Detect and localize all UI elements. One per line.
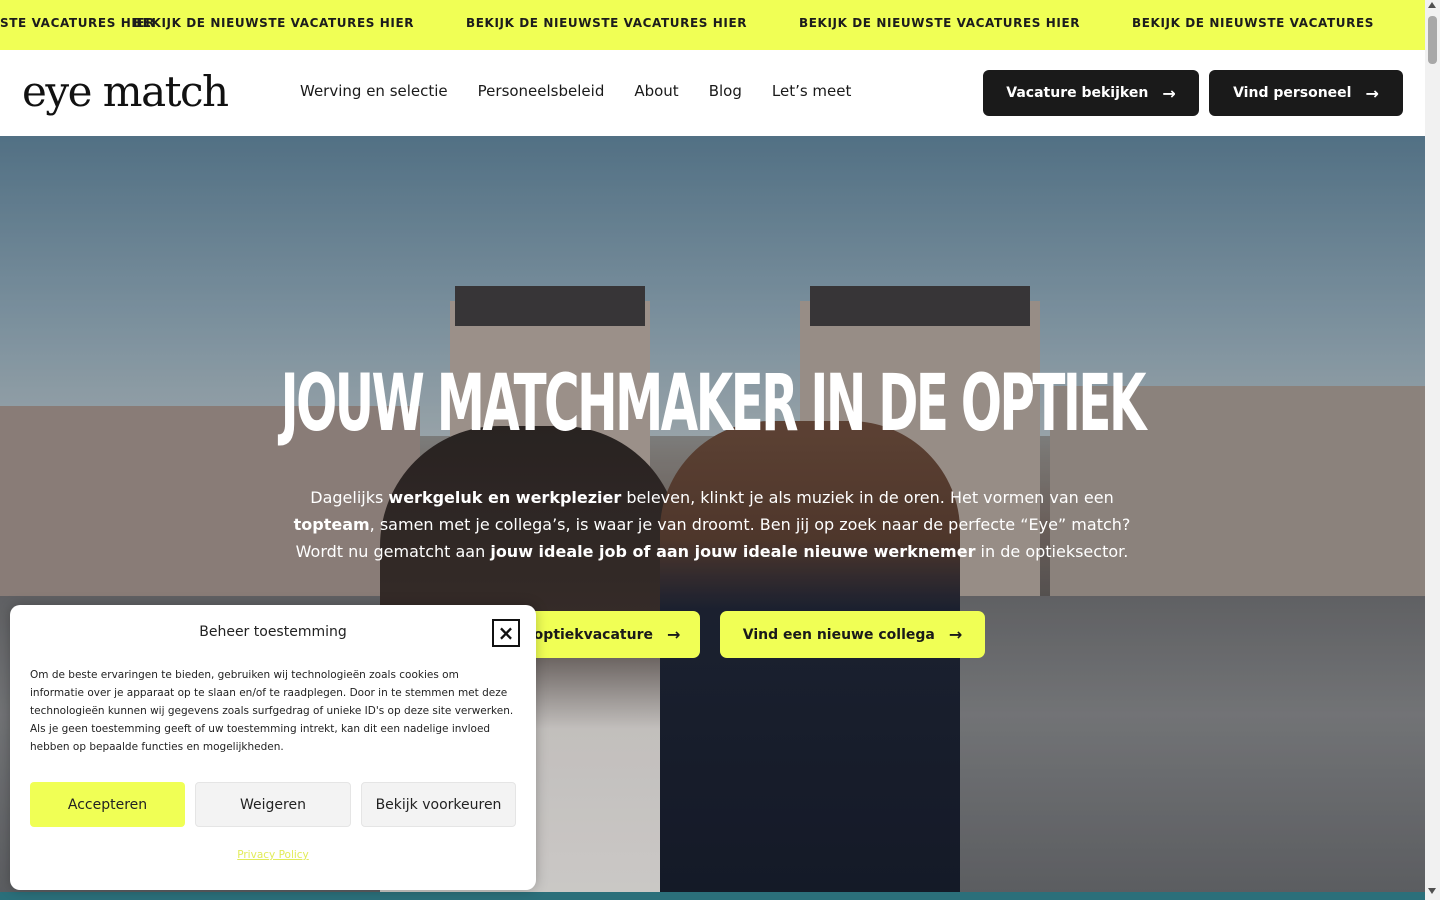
next-section-edge [0, 892, 1425, 900]
hero-text-bold: topteam [293, 515, 370, 534]
nav-item-about[interactable]: About [634, 82, 678, 100]
site-header: eye match Werving en selectie Personeels… [0, 50, 1425, 136]
ticker-item[interactable]: BEKIJK DE NIEUWSTE VACATURES [1132, 16, 1425, 30]
ticker-track: STE VACATURES HIER BEKIJK DE NIEUWSTE VA… [0, 16, 1425, 30]
close-icon[interactable]: × [492, 619, 520, 647]
page-scrollbar[interactable] [1425, 0, 1440, 900]
main-nav: Werving en selectie Personeelsbeleid Abo… [300, 82, 881, 100]
arrow-right-icon: → [667, 625, 681, 644]
nav-item-blog[interactable]: Blog [709, 82, 742, 100]
accept-button[interactable]: Accepteren [30, 782, 185, 827]
scroll-down-icon[interactable] [1428, 888, 1436, 894]
ticker-item[interactable]: BEKIJK DE NIEUWSTE VACATURES HIER [466, 16, 799, 30]
hero-text-bold: werkgeluk en werkplezier [388, 488, 622, 507]
view-preferences-button[interactable]: Bekijk voorkeuren [361, 782, 516, 827]
logo[interactable]: eye match [22, 67, 229, 117]
deny-button[interactable]: Weigeren [195, 782, 351, 827]
button-label: Vind personeel [1233, 85, 1352, 101]
consent-title: Beheer toestemming [199, 624, 347, 640]
ticker-item[interactable]: BEKIJK DE NIEUWSTE VACATURES HIER [133, 16, 466, 30]
consent-body: Om de beste ervaringen te bieden, gebrui… [30, 669, 514, 753]
find-colleague-button[interactable]: Vind een nieuwe collega → [720, 611, 985, 658]
nav-item-personeelsbeleid[interactable]: Personeelsbeleid [478, 82, 605, 100]
nav-item-lets-meet[interactable]: Let’s meet [772, 82, 852, 100]
button-label: Vacature bekijken [1006, 85, 1149, 101]
arrow-right-icon: → [1365, 83, 1379, 103]
cookie-consent-dialog: Beheer toestemming × Om de beste ervarin… [10, 605, 536, 890]
scroll-thumb[interactable] [1428, 16, 1437, 64]
arrow-right-icon: → [948, 625, 963, 644]
hero-text-bold: jouw ideale job of aan jouw ideale nieuw… [490, 542, 976, 561]
vind-personeel-button[interactable]: Vind personeel → [1209, 70, 1403, 116]
arrow-right-icon: → [1162, 83, 1176, 103]
scroll-up-icon[interactable] [1428, 2, 1436, 8]
hero-text-part: beleven, klinkt je als muziek in de oren… [621, 488, 1114, 507]
ticker-item[interactable]: STE VACATURES HIER [0, 16, 154, 30]
hero-text-part: in de optieksector. [975, 542, 1129, 561]
announcement-ticker[interactable]: STE VACATURES HIER BEKIJK DE NIEUWSTE VA… [0, 0, 1425, 50]
nav-item-werving[interactable]: Werving en selectie [300, 82, 448, 100]
ticker-item[interactable]: BEKIJK DE NIEUWSTE VACATURES HIER [799, 16, 1132, 30]
vacature-bekijken-button[interactable]: Vacature bekijken → [983, 70, 1199, 116]
hero-description: Dagelijks werkgeluk en werkplezier belev… [272, 484, 1152, 565]
hero-title: JOUW MATCHMAKER IN DE OPTIEK [280, 359, 1147, 449]
privacy-policy-link[interactable]: Privacy Policy [10, 849, 536, 861]
button-label: Vind een nieuwe collega [742, 626, 935, 643]
hero-text-part: Dagelijks [310, 488, 389, 507]
